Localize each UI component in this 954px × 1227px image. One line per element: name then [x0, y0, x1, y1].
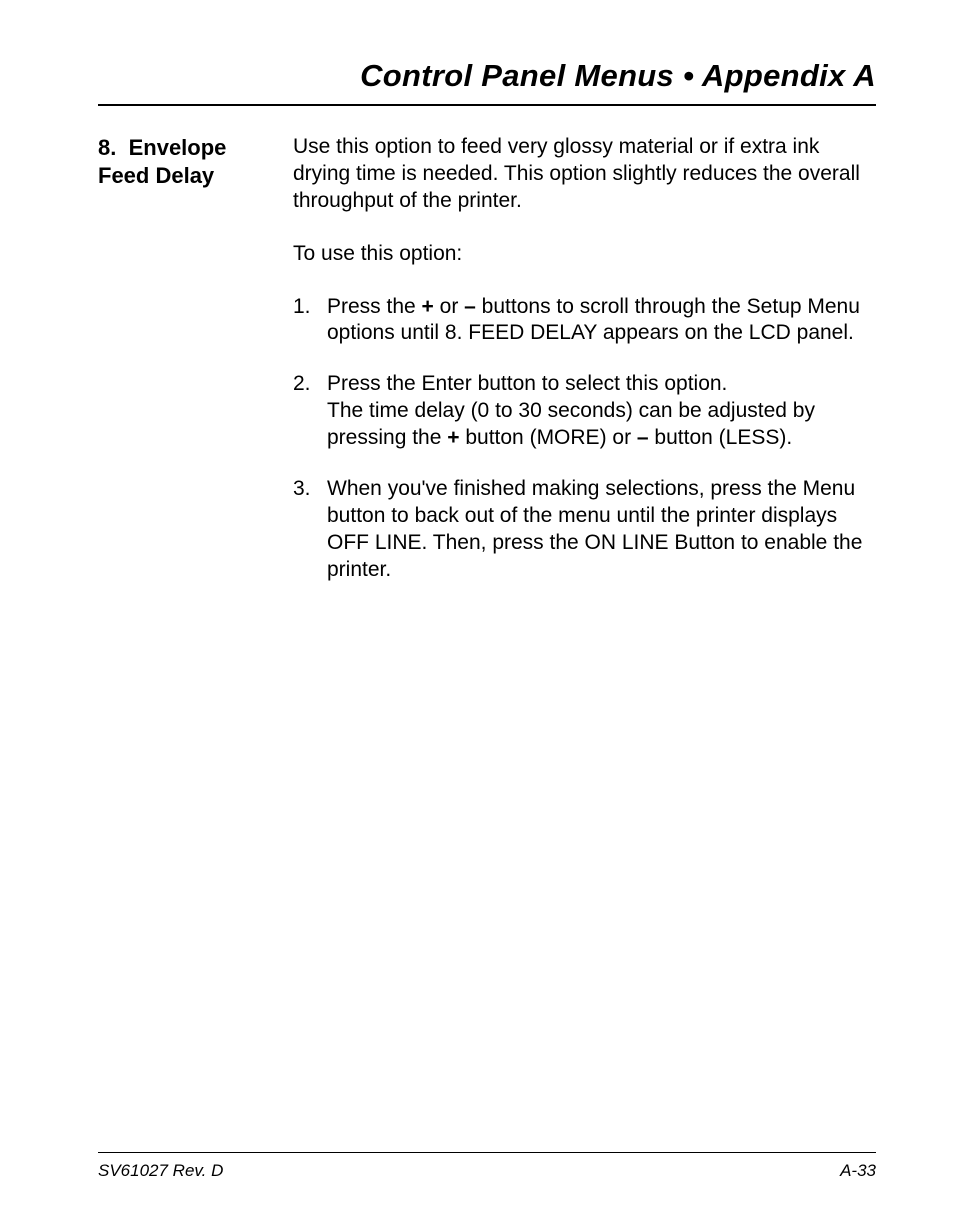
- minus-symbol: –: [637, 426, 649, 449]
- page-footer: SV61027 Rev. D A-33: [98, 1152, 876, 1181]
- step1-text-before: Press the: [327, 295, 422, 318]
- step-body: Press the Enter button to select this op…: [327, 371, 876, 452]
- footer-left: SV61027 Rev. D: [98, 1161, 223, 1181]
- step2-line1: Press the Enter button to select this op…: [327, 372, 727, 395]
- header-divider: [98, 104, 876, 106]
- left-column: 8. Envelope Feed Delay: [98, 134, 293, 189]
- plus-symbol: +: [447, 426, 459, 449]
- step3-text: When you've finished making selections, …: [327, 477, 862, 581]
- section-title-line1: Envelope: [129, 135, 227, 160]
- step-number: 3.: [293, 476, 327, 584]
- footer-divider: [98, 1152, 876, 1153]
- page: Control Panel Menus • Appendix A 8. Enve…: [0, 0, 954, 1227]
- footer-right: A-33: [840, 1161, 876, 1181]
- step-body: Press the + or – buttons to scroll throu…: [327, 294, 876, 348]
- step1-text-mid: or: [434, 295, 464, 318]
- plus-symbol: +: [422, 295, 434, 318]
- steps-list: 1. Press the + or – buttons to scroll th…: [293, 294, 876, 584]
- section-number: 8.: [98, 135, 116, 160]
- footer-row: SV61027 Rev. D A-33: [98, 1161, 876, 1181]
- step-body: When you've finished making selections, …: [327, 476, 876, 584]
- section-title-line2: Feed Delay: [98, 163, 214, 188]
- lead-paragraph: To use this option:: [293, 241, 876, 268]
- step2-line2-mid: button (MORE) or: [460, 426, 637, 449]
- intro-paragraph: Use this option to feed very glossy mate…: [293, 134, 876, 215]
- step-number: 2.: [293, 371, 327, 452]
- right-column: Use this option to feed very glossy mate…: [293, 134, 876, 607]
- list-item: 3. When you've finished making selection…: [293, 476, 876, 584]
- step2-line2-after: button (LESS).: [649, 426, 793, 449]
- list-item: 1. Press the + or – buttons to scroll th…: [293, 294, 876, 348]
- content-row: 8. Envelope Feed Delay Use this option t…: [98, 134, 876, 607]
- section-heading: 8. Envelope Feed Delay: [98, 134, 281, 189]
- list-item: 2. Press the Enter button to select this…: [293, 371, 876, 452]
- page-title: Control Panel Menus • Appendix A: [98, 58, 876, 94]
- step-number: 1.: [293, 294, 327, 348]
- minus-symbol: –: [464, 295, 476, 318]
